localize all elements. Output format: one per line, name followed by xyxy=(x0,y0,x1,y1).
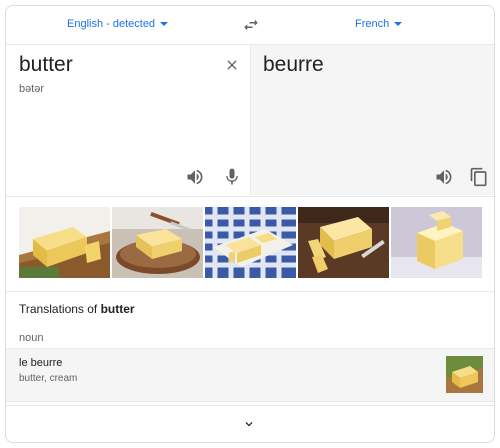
butter-image-1[interactable] xyxy=(19,207,110,278)
speaker-icon[interactable] xyxy=(434,167,454,187)
language-bar: English - detected French xyxy=(6,6,494,45)
source-transliteration: bətər xyxy=(19,83,45,95)
translate-card: English - detected French butter bətər b… xyxy=(5,5,495,443)
copy-icon[interactable] xyxy=(469,167,489,187)
source-language-label: English - detected xyxy=(67,18,156,30)
speaker-icon[interactable] xyxy=(185,167,205,187)
translations-heading: Translations of butter xyxy=(19,302,135,316)
target-language-selector[interactable]: French xyxy=(355,18,403,30)
butter-image-4[interactable] xyxy=(298,207,389,278)
source-text[interactable]: butter xyxy=(19,53,73,77)
entry-synonyms: butter, cream xyxy=(19,373,78,384)
butter-image-5[interactable] xyxy=(391,207,482,278)
microphone-icon[interactable] xyxy=(222,167,242,187)
source-language-selector[interactable]: English - detected xyxy=(67,18,169,30)
clear-icon[interactable] xyxy=(224,57,240,73)
part-of-speech: noun xyxy=(19,332,44,344)
source-pane[interactable]: butter bətər xyxy=(6,45,251,195)
swap-languages-icon[interactable] xyxy=(242,16,260,34)
target-language-label: French xyxy=(355,18,390,30)
chevron-down-icon xyxy=(242,417,256,431)
butter-image-3[interactable] xyxy=(205,207,296,278)
entry-term: le beurre xyxy=(19,357,63,369)
translations-heading-prefix: Translations of xyxy=(19,302,101,316)
caret-down-icon xyxy=(394,22,403,26)
dictionary-entry[interactable]: le beurre butter, cream xyxy=(6,348,494,402)
butter-image-2[interactable] xyxy=(112,207,203,278)
caret-down-icon xyxy=(160,22,169,26)
entry-thumbnail xyxy=(446,356,483,393)
expand-more-button[interactable] xyxy=(6,405,494,442)
translations-heading-word: butter xyxy=(100,302,135,316)
image-results xyxy=(6,196,494,292)
target-pane: beurre xyxy=(251,45,494,195)
translation-text: beurre xyxy=(263,53,324,76)
